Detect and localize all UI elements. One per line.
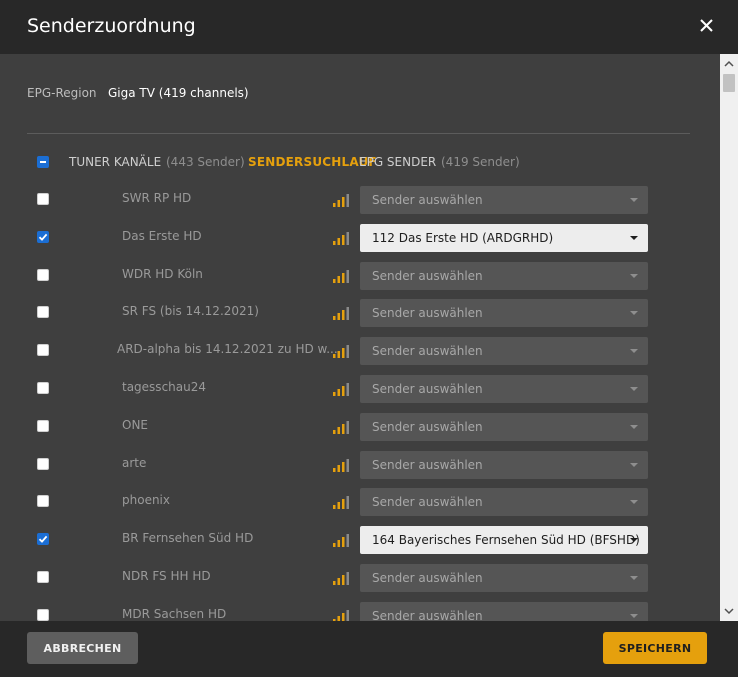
epg-channel-select[interactable]: Sender auswählen <box>360 299 648 327</box>
epg-channel-select-value: Sender auswählen <box>372 193 483 207</box>
epg-channels-header: EPG SENDER <box>359 155 437 169</box>
epg-channel-select[interactable]: Sender auswählen <box>360 337 648 365</box>
channel-checkbox[interactable] <box>37 495 49 507</box>
channel-checkbox[interactable] <box>37 609 49 621</box>
scroll-up-arrow-icon[interactable] <box>720 56 738 72</box>
channel-name: BR Fernsehen Süd HD <box>122 531 254 545</box>
chevron-down-icon <box>630 576 638 580</box>
channel-checkbox[interactable] <box>37 420 49 432</box>
chevron-down-icon <box>630 387 638 391</box>
epg-channel-select[interactable]: 112 Das Erste HD (ARDGRHD) <box>360 224 648 252</box>
signal-strength-icon <box>333 193 351 207</box>
signal-strength-icon <box>333 306 351 320</box>
channel-checkbox[interactable] <box>37 533 49 545</box>
signal-strength-icon <box>333 382 351 396</box>
channel-name: MDR Sachsen HD <box>122 607 227 621</box>
channel-checkbox[interactable] <box>37 458 49 470</box>
channel-name: WDR HD Köln <box>122 267 203 281</box>
chevron-down-icon <box>630 198 638 202</box>
epg-channel-select-value: Sender auswählen <box>372 495 483 509</box>
channel-name: ARD-alpha bis 14.12.2021 zu HD w... <box>117 342 338 356</box>
channel-checkbox[interactable] <box>37 344 49 356</box>
signal-strength-icon <box>333 344 351 358</box>
signal-strength-icon <box>333 495 351 509</box>
select-all-checkbox[interactable] <box>37 156 49 168</box>
epg-channel-select[interactable]: Sender auswählen <box>360 262 648 290</box>
channel-checkbox[interactable] <box>37 231 49 243</box>
channel-name: tagesschau24 <box>122 380 206 394</box>
signal-strength-icon <box>333 533 351 547</box>
dialog-header: Senderzuordnung <box>0 0 738 54</box>
epg-channel-select-value: 112 Das Erste HD (ARDGRHD) <box>372 231 554 245</box>
chevron-down-icon <box>630 614 638 618</box>
epg-channel-select-value: 164 Bayerisches Fernsehen Süd HD (BFSHD) <box>372 533 640 547</box>
divider <box>27 133 690 134</box>
epg-channel-select[interactable]: Sender auswählen <box>360 375 648 403</box>
epg-channel-select[interactable]: 164 Bayerisches Fernsehen Süd HD (BFSHD) <box>360 526 648 554</box>
channel-name: ONE <box>122 418 149 432</box>
epg-channel-select[interactable]: Sender auswählen <box>360 564 648 592</box>
chevron-down-icon <box>630 311 638 315</box>
epg-channels-count: (419 Sender) <box>441 155 520 169</box>
channel-checkbox[interactable] <box>37 571 49 583</box>
close-icon[interactable] <box>694 14 718 38</box>
scrollbar[interactable] <box>720 54 738 621</box>
epg-channel-select[interactable]: Sender auswählen <box>360 488 648 516</box>
channel-name: Das Erste HD <box>122 229 202 243</box>
save-button[interactable]: SPEICHERN <box>603 632 707 664</box>
chevron-down-icon <box>630 274 638 278</box>
tuner-channels-header: TUNER KANÄLE <box>69 155 162 169</box>
epg-channel-select[interactable]: Sender auswählen <box>360 451 648 479</box>
scroll-down-arrow-icon[interactable] <box>720 603 738 619</box>
channel-name: NDR FS HH HD <box>122 569 211 583</box>
channel-checkbox[interactable] <box>37 306 49 318</box>
signal-strength-icon <box>333 420 351 434</box>
dialog-footer: ABBRECHEN SPEICHERN <box>0 621 738 677</box>
scroll-thumb[interactable] <box>723 74 735 92</box>
channel-name: phoenix <box>122 493 170 507</box>
channel-name: arte <box>122 456 147 470</box>
epg-channel-select-value: Sender auswählen <box>372 420 483 434</box>
chevron-down-icon <box>630 425 638 429</box>
channel-scan-link[interactable]: SENDERSUCHLAUF <box>248 155 377 169</box>
epg-channel-select-value: Sender auswählen <box>372 269 483 283</box>
epg-channel-select-value: Sender auswählen <box>372 458 483 472</box>
channel-name: SR FS (bis 14.12.2021) <box>122 304 259 318</box>
epg-channel-select[interactable]: Sender auswählen <box>360 413 648 441</box>
tuner-channels-count: (443 Sender) <box>166 155 245 169</box>
channel-checkbox[interactable] <box>37 382 49 394</box>
epg-channel-select[interactable]: Sender auswählen <box>360 186 648 214</box>
chevron-down-icon <box>630 349 638 353</box>
epg-region-value: Giga TV (419 channels) <box>108 86 249 100</box>
epg-region-label: EPG-Region <box>27 86 97 100</box>
epg-channel-select-value: Sender auswählen <box>372 306 483 320</box>
chevron-down-icon <box>630 463 638 467</box>
chevron-down-icon <box>630 236 638 240</box>
dialog-title: Senderzuordnung <box>27 15 196 37</box>
chevron-down-icon <box>630 538 638 542</box>
cancel-button[interactable]: ABBRECHEN <box>27 632 138 664</box>
epg-channel-select-value: Sender auswählen <box>372 571 483 585</box>
epg-channel-select-value: Sender auswählen <box>372 382 483 396</box>
epg-channel-select-value: Sender auswählen <box>372 344 483 358</box>
chevron-down-icon <box>630 500 638 504</box>
signal-strength-icon <box>333 458 351 472</box>
signal-strength-icon <box>333 571 351 585</box>
signal-strength-icon <box>333 269 351 283</box>
signal-strength-icon <box>333 231 351 245</box>
channel-name: SWR RP HD <box>122 191 192 205</box>
channel-checkbox[interactable] <box>37 269 49 281</box>
channel-checkbox[interactable] <box>37 193 49 205</box>
